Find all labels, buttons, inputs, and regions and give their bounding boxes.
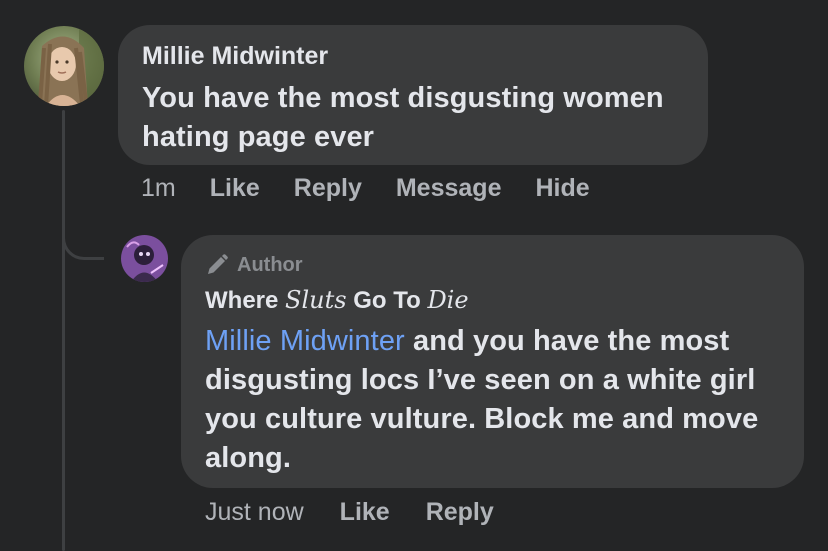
avatar-image — [121, 235, 168, 282]
comment-author-name[interactable]: Millie Midwinter — [142, 41, 684, 71]
comment-text-line: You have the most disgusting women — [142, 82, 664, 114]
reply-actions: Just now Like Reply — [205, 498, 530, 527]
message-button[interactable]: Message — [396, 174, 502, 203]
reply-text-line: Millie Midwinter and you have the most — [205, 322, 780, 361]
comment-text-line: hating page ever — [142, 121, 375, 153]
comment-bubble: Millie Midwinter You have the most disgu… — [118, 25, 708, 165]
reply-connector — [62, 200, 104, 260]
reply-author-name-part: Sluts — [285, 286, 347, 314]
reply-button[interactable]: Reply — [294, 174, 362, 203]
author-badge-label: Author — [237, 254, 303, 276]
avatar-image — [24, 26, 104, 106]
like-button[interactable]: Like — [340, 498, 390, 527]
avatar-commenter[interactable] — [24, 26, 104, 106]
comment-actions: 1m Like Reply Message Hide — [141, 174, 624, 203]
reply-button[interactable]: Reply — [426, 498, 494, 527]
like-button[interactable]: Like — [210, 174, 260, 203]
reply-author-name-part: Die — [427, 286, 469, 314]
mention-link[interactable]: Millie Midwinter — [205, 325, 405, 357]
comment-timestamp[interactable]: 1m — [141, 174, 176, 203]
pencil-icon — [208, 254, 228, 274]
reply-bubble: Author Where Sluts Go To Die Millie Midw… — [181, 235, 804, 488]
reply-text: Millie Midwinter and you have the most d… — [205, 322, 780, 478]
reply-text-fragment: and you have the most — [404, 325, 730, 357]
reply-author-name-part: Go To — [346, 287, 428, 314]
reply-author-name-part: Where — [205, 287, 286, 314]
reply-author-name[interactable]: Where Sluts Go To Die — [205, 285, 780, 316]
reply-text-line: along. — [205, 442, 291, 474]
avatar-page-author[interactable] — [121, 235, 168, 282]
hide-button[interactable]: Hide — [535, 174, 589, 203]
author-badge: Author — [205, 253, 780, 277]
reply-timestamp[interactable]: Just now — [205, 498, 304, 527]
thread-line — [62, 110, 65, 551]
reply-text-line: disgusting locs I’ve seen on a white gir… — [205, 364, 756, 396]
comment-text: You have the most disgusting women hatin… — [142, 79, 684, 157]
reply-text-line: you culture vulture. Block me and move — [205, 403, 759, 435]
